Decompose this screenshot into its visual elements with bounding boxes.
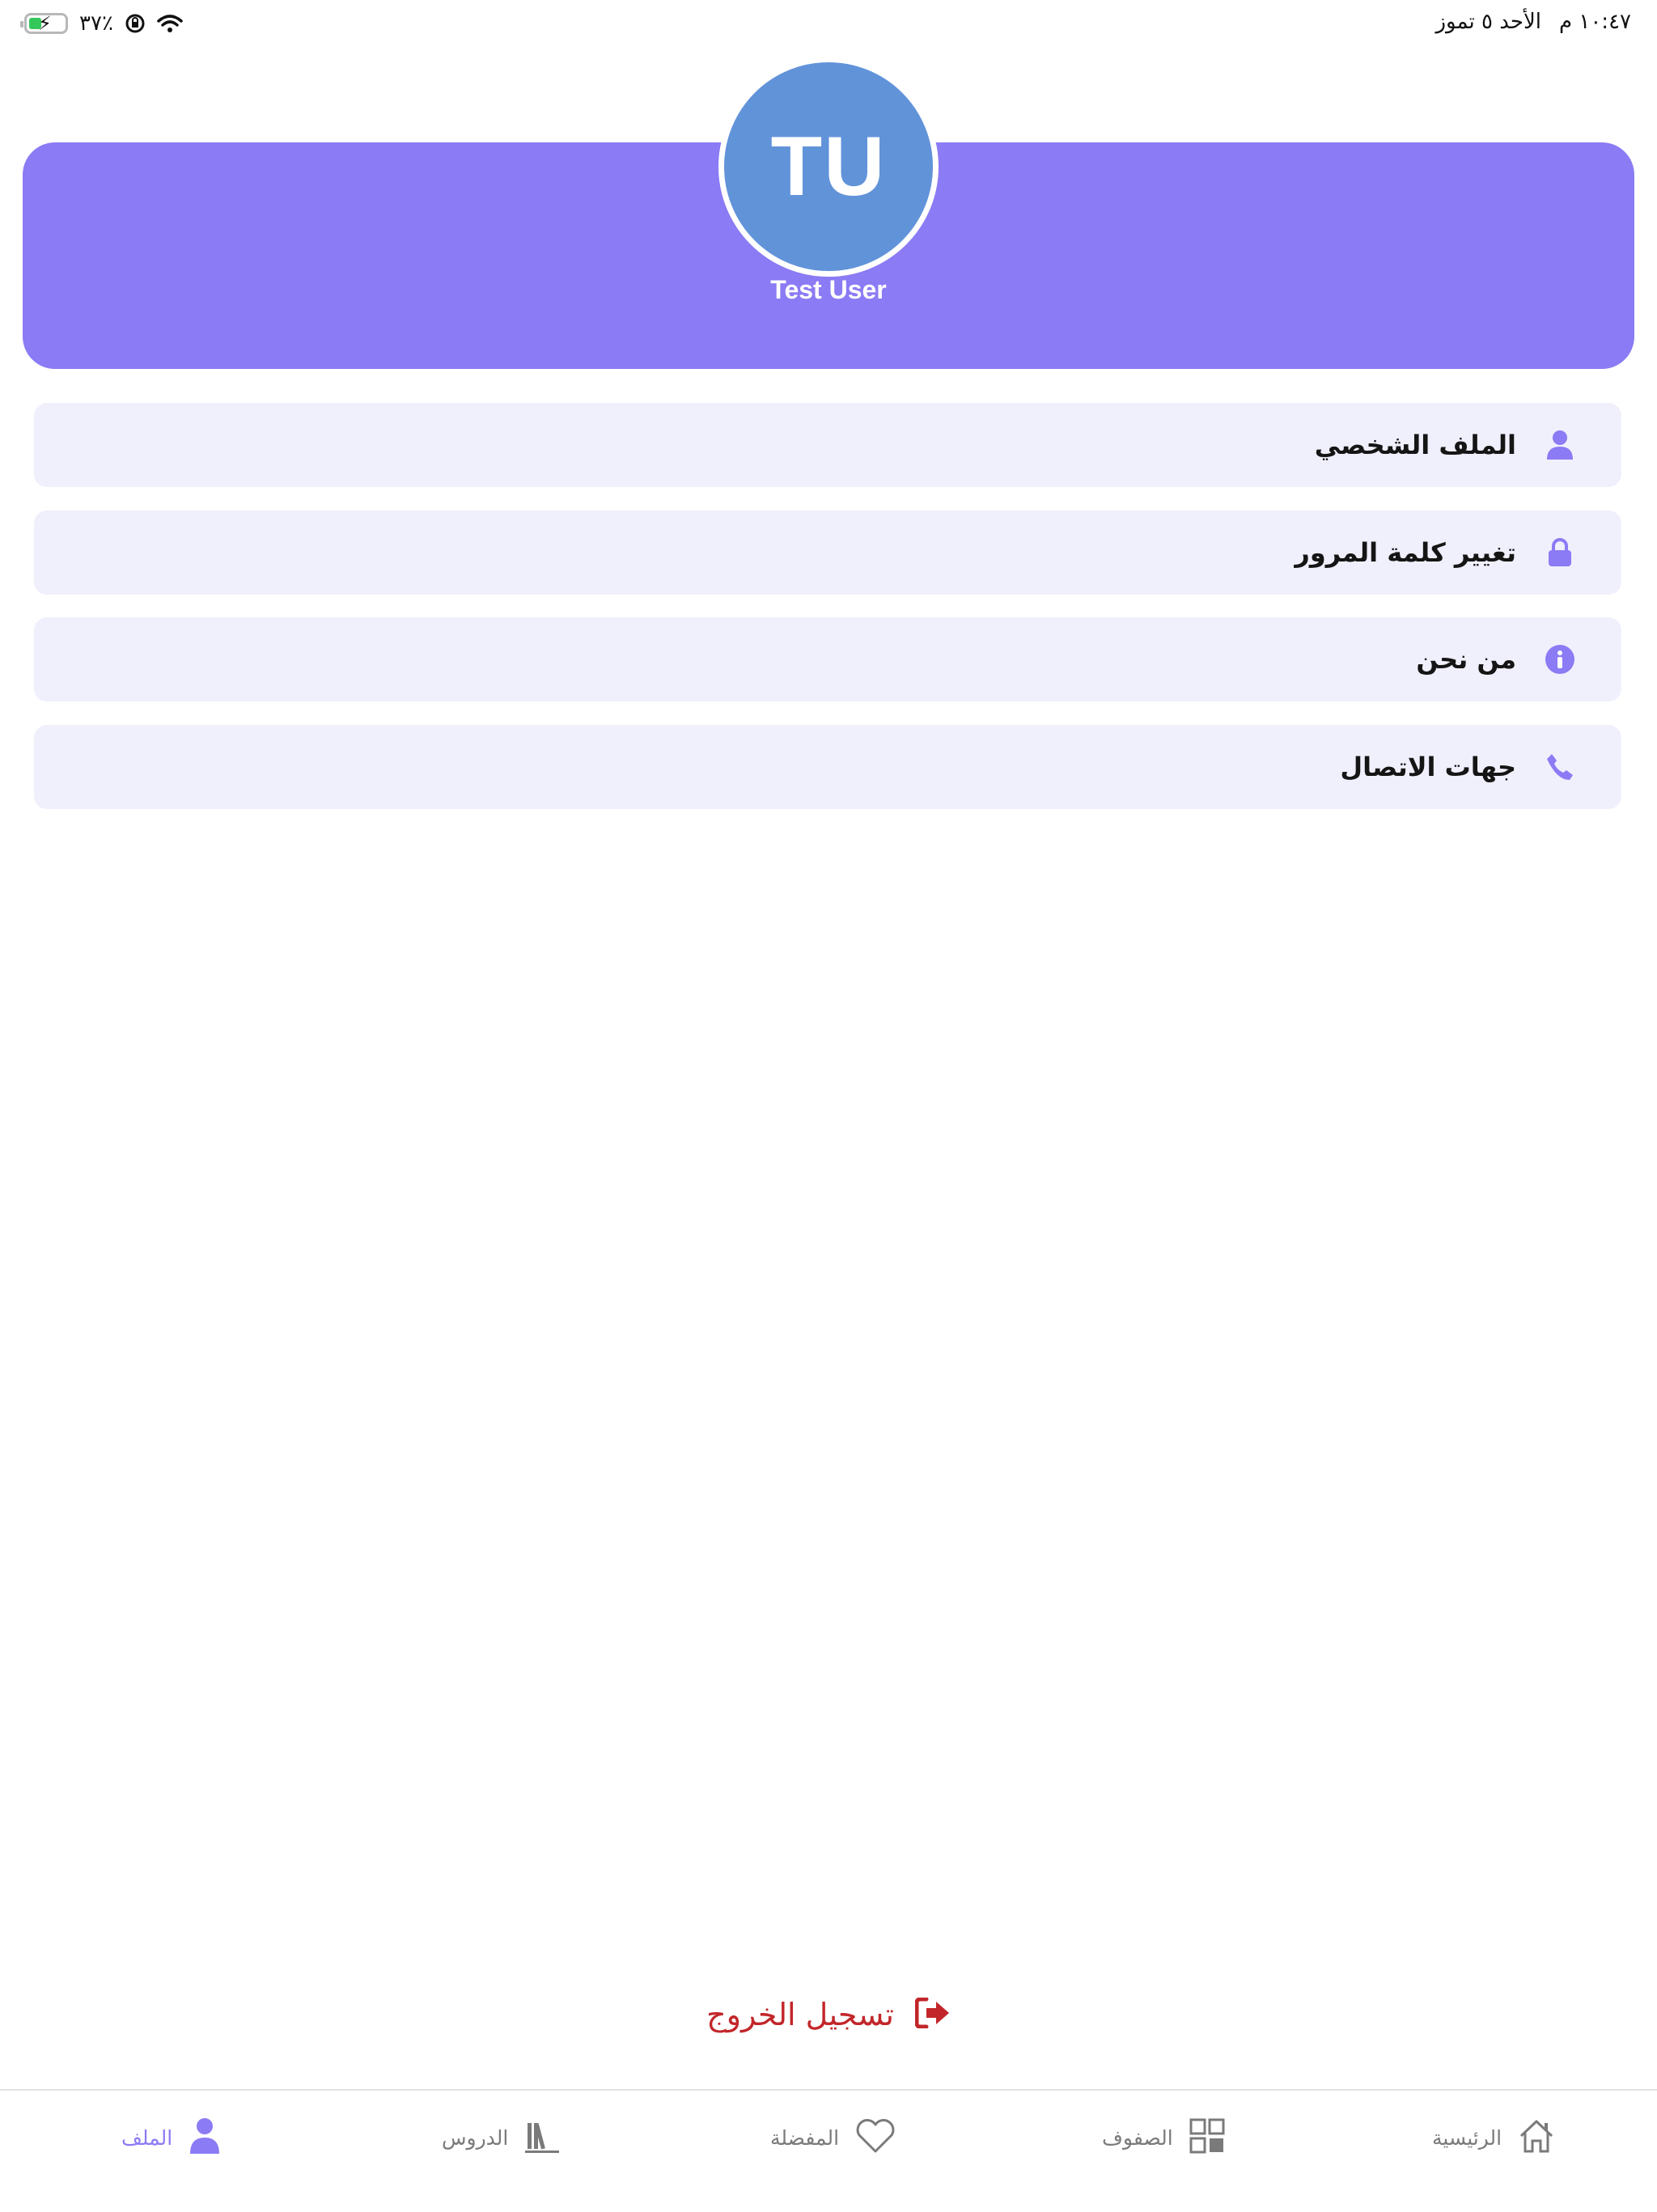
user-icon bbox=[1544, 429, 1576, 461]
status-time-date: ١٠:٤٧ م الأحد ٥ تموز bbox=[1435, 10, 1631, 34]
menu-item-label: تغيير كلمة المرور bbox=[1295, 537, 1516, 568]
tab-bar: الرئيسية الصفوف المفضلة الدروس الملف bbox=[0, 2089, 1657, 2212]
menu-item-profile[interactable]: الملف الشخصي bbox=[34, 403, 1621, 487]
logout-button[interactable]: تسجيل الخروج bbox=[0, 1990, 1657, 2039]
tab-classes[interactable]: الصفوف bbox=[1102, 2113, 1225, 2162]
menu-item-about-us[interactable]: من نحن bbox=[34, 617, 1621, 701]
tab-profile[interactable]: الملف bbox=[121, 2113, 221, 2162]
menu-item-label: من نحن bbox=[1416, 644, 1516, 675]
logout-label: تسجيل الخروج bbox=[706, 1997, 894, 2032]
home-icon bbox=[1518, 2118, 1555, 2157]
orientation-lock-icon bbox=[125, 14, 145, 33]
phone-icon bbox=[1544, 751, 1576, 783]
books-icon bbox=[524, 2118, 560, 2157]
status-date: الأحد ٥ تموز bbox=[1435, 10, 1541, 34]
menu-item-label: الملف الشخصي bbox=[1314, 430, 1516, 460]
battery-percent: ٣٧٪ bbox=[79, 11, 113, 36]
tab-label: الرئيسية bbox=[1432, 2125, 1502, 2150]
status-time: ١٠:٤٧ م bbox=[1559, 10, 1631, 34]
tab-label: الصفوف bbox=[1102, 2125, 1173, 2150]
menu-item-change-password[interactable]: تغيير كلمة المرور bbox=[34, 511, 1621, 595]
avatar[interactable]: TU bbox=[718, 57, 939, 277]
info-icon bbox=[1544, 643, 1576, 676]
tab-lessons[interactable]: الدروس bbox=[442, 2113, 560, 2162]
user-name: Test User bbox=[770, 275, 887, 304]
user-icon bbox=[189, 2117, 221, 2158]
heart-icon bbox=[855, 2118, 896, 2157]
battery-icon: ⚡ bbox=[20, 12, 68, 35]
tab-label: المفضلة bbox=[770, 2125, 840, 2150]
tab-label: الدروس bbox=[442, 2125, 509, 2150]
status-bar: ١٠:٤٧ م الأحد ٥ تموز ⚡ ٣٧٪ bbox=[0, 0, 1657, 52]
status-indicators: ⚡ ٣٧٪ bbox=[20, 11, 183, 36]
tab-favorites[interactable]: المفضلة bbox=[770, 2113, 896, 2162]
sign-out-icon bbox=[914, 1997, 951, 2032]
menu-item-label: جهات الاتصال bbox=[1340, 752, 1516, 782]
tab-label: الملف bbox=[121, 2125, 173, 2150]
menu-item-contacts[interactable]: جهات الاتصال bbox=[34, 725, 1621, 809]
wifi-icon bbox=[157, 15, 183, 32]
grid-icon bbox=[1189, 2118, 1225, 2157]
tab-home[interactable]: الرئيسية bbox=[1432, 2113, 1555, 2162]
lock-icon bbox=[1544, 536, 1576, 569]
